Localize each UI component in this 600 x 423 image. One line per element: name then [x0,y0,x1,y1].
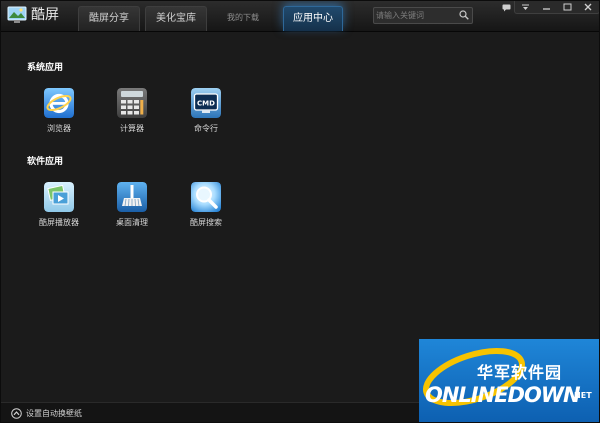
app-player-label: 酷屏播放器 [39,218,79,227]
tab-beautify-label: 美化宝库 [156,13,196,24]
section-title-system-apps: 系统应用 [27,63,64,73]
auto-wallpaper-label: 设置自动换壁纸 [26,408,82,418]
close-button[interactable] [579,1,597,13]
app-browser[interactable]: 浏览器 [29,88,89,144]
player-icon [44,182,74,212]
search-icon[interactable] [459,10,469,20]
title-bar: 酷屏 酷屏分享 美化宝库 我的下载 应用中心 [1,1,599,32]
search-input[interactable] [376,8,456,23]
app-calculator-label: 计算器 [120,124,144,133]
tab-share-label: 酷屏分享 [89,13,129,24]
app-player[interactable]: 酷屏播放器 [29,182,89,238]
calculator-icon [117,88,147,118]
maximize-button[interactable] [558,1,576,13]
search-box [373,7,473,24]
auto-wallpaper-button[interactable]: 设置自动换壁纸 [11,405,82,421]
section-title-software-apps: 软件应用 [27,157,64,167]
menu-button[interactable] [516,1,534,13]
close-icon [584,3,592,11]
maximize-icon [563,3,571,11]
chat-bubble-icon [502,4,510,12]
watermark-en-text: ONLINEDOWN [425,383,581,407]
app-logo-icon [7,6,27,23]
chevron-up-icon [11,407,22,419]
minimize-icon [542,7,550,10]
app-calculator[interactable]: 计算器 [102,88,162,144]
menu-dropdown-icon [521,4,529,10]
desktop-clean-icon [117,182,147,212]
feedback-button[interactable] [497,2,515,14]
cmd-icon-text: CMD [197,100,215,108]
watermark-logo: 华军软件园 ONLINEDOWN .NET [419,339,599,422]
app-desktop-clean-label: 桌面清理 [116,218,148,227]
tab-beautify[interactable]: 美化宝库 [145,6,207,31]
app-window: 酷屏 酷屏分享 美化宝库 我的下载 应用中心 请输入关键词 系统应用 浏览器 计… [0,0,600,423]
app-desktop-clean[interactable]: 桌面清理 [102,182,162,238]
watermark-cn-text: 华军软件园 [477,363,563,382]
tab-share[interactable]: 酷屏分享 [78,6,140,31]
tab-downloads-label: 我的下载 [227,13,259,22]
ie-browser-icon [44,88,74,118]
app-cmd[interactable]: CMD 命令行 [176,88,236,144]
app-browser-label: 浏览器 [47,124,71,133]
tab-app-center-label: 应用中心 [293,13,333,24]
search-app-icon [191,182,221,212]
app-search[interactable]: 酷屏搜索 [176,182,236,238]
tab-app-center[interactable]: 应用中心 [283,6,343,31]
app-title: 酷屏 [31,7,59,23]
minimize-button[interactable] [537,1,555,13]
tab-downloads[interactable]: 我的下载 [215,6,271,31]
app-search-label: 酷屏搜索 [190,218,222,227]
watermark-net-text: .NET [571,391,592,400]
app-cmd-label: 命令行 [194,124,218,133]
cmd-icon: CMD [191,88,221,118]
window-controls [514,1,599,14]
